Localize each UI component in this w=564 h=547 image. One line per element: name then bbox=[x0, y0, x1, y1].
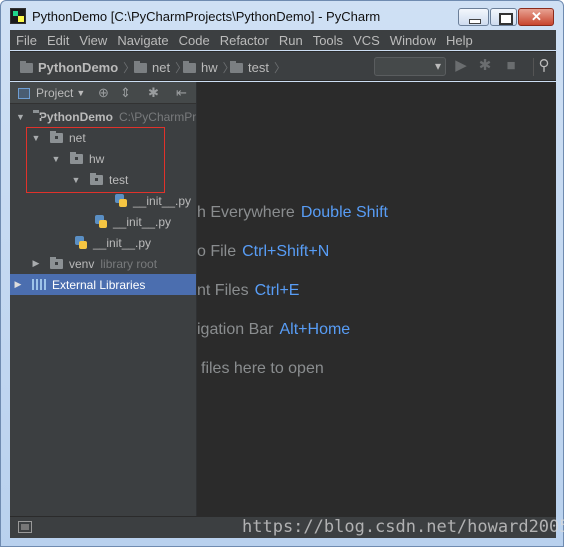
menu-help[interactable]: Help bbox=[441, 33, 478, 48]
tree-item-test-init[interactable]: __init__.py bbox=[10, 190, 196, 211]
run-configuration-dropdown[interactable] bbox=[374, 57, 446, 76]
breadcrumb-label: net bbox=[152, 60, 171, 75]
collapse-triangle-icon[interactable]: ▶ bbox=[12, 279, 24, 290]
minimize-button[interactable] bbox=[458, 8, 489, 26]
pycharm-logo-icon bbox=[10, 8, 26, 24]
close-button[interactable] bbox=[518, 8, 554, 26]
tree-item-tag: library root bbox=[100, 256, 158, 271]
status-bar: https://blog.csdn.net/howard2005 bbox=[10, 516, 564, 538]
hint-drop-files: files here to open bbox=[201, 360, 324, 378]
tree-item-label: __init__.py bbox=[93, 235, 152, 250]
breadcrumb-hw[interactable]: hw 〉 bbox=[183, 59, 235, 76]
menu-view[interactable]: View bbox=[74, 33, 112, 48]
window-title: PythonDemo [C:\PyCharmProjects\PythonDem… bbox=[32, 9, 381, 24]
hint-label: igation Bar bbox=[197, 321, 274, 338]
tree-item-label: __init__.py bbox=[133, 193, 192, 208]
folder-icon bbox=[134, 60, 147, 73]
breadcrumb-label: PythonDemo bbox=[38, 60, 119, 75]
tree-item-venv[interactable]: ▶ venv library root bbox=[10, 253, 196, 274]
python-file-icon bbox=[94, 214, 108, 229]
hint-recent-files: nt Files Ctrl+E bbox=[197, 282, 299, 300]
tree-item-root[interactable]: ▼ PythonDemo C:\PyCharmProjects\PythonDe… bbox=[10, 106, 196, 127]
tree-item-hw-init[interactable]: __init__.py bbox=[10, 211, 196, 232]
hint-shortcut: Ctrl+E bbox=[254, 282, 300, 299]
tree-item-path: C:\PyCharmProjects\PythonDemo bbox=[118, 109, 196, 124]
breadcrumb-test[interactable]: test 〉 bbox=[230, 59, 286, 76]
chevron-right-icon: 〉 bbox=[273, 61, 286, 75]
python-file-icon bbox=[114, 193, 128, 208]
debug-icon[interactable]: ✱ bbox=[477, 58, 493, 74]
watermark-text: https://blog.csdn.net/howard2005 bbox=[242, 517, 564, 537]
hint-navigation-bar: igation Bar Alt+Home bbox=[197, 321, 350, 339]
chevron-down-icon: ▼ bbox=[76, 88, 86, 98]
menu-code[interactable]: Code bbox=[174, 33, 215, 48]
editor-area[interactable]: h Everywhere Double Shift o File Ctrl+Shif… bbox=[196, 82, 556, 516]
tree-item-net-init[interactable]: __init__.py bbox=[10, 232, 196, 253]
tree-item-label: __init__.py bbox=[113, 214, 172, 229]
expand-triangle-icon[interactable]: ▼ bbox=[16, 112, 25, 122]
annotation-highlight-box bbox=[26, 127, 165, 193]
python-file-icon bbox=[74, 235, 88, 250]
breadcrumb-label: hw bbox=[201, 60, 218, 75]
hint-label: nt Files bbox=[197, 282, 249, 299]
tree-item-external-libraries[interactable]: ▶ External Libraries bbox=[10, 274, 196, 295]
toolbar-divider bbox=[533, 58, 534, 76]
project-panel-header: Project ▼ ⊕ ⇕ ✱ ⇤ bbox=[10, 82, 196, 104]
folder-icon bbox=[230, 60, 243, 73]
title-bar[interactable]: PythonDemo [C:\PyCharmProjects\PythonDem… bbox=[0, 0, 564, 30]
locate-target-icon[interactable]: ⊕ bbox=[98, 85, 109, 101]
tree-item-label: venv bbox=[69, 256, 95, 271]
gear-icon[interactable]: ✱ bbox=[148, 85, 159, 101]
collapse-triangle-icon[interactable]: ▶ bbox=[30, 258, 42, 269]
navigation-bar: PythonDemo 〉 net 〉 hw 〉 test 〉 ▶ ✱ ■ ⚲ bbox=[10, 51, 556, 81]
hint-shortcut: Double Shift bbox=[300, 204, 388, 221]
project-view-selector[interactable]: Project ▼ bbox=[18, 86, 85, 100]
hint-shortcut: Alt+Home bbox=[279, 321, 351, 338]
run-icon[interactable]: ▶ bbox=[453, 58, 469, 74]
breadcrumb-project[interactable]: PythonDemo 〉 bbox=[20, 59, 135, 76]
tree-item-label: PythonDemo bbox=[38, 109, 113, 124]
tree-item-label: External Libraries bbox=[52, 277, 146, 292]
folder-icon bbox=[20, 60, 33, 73]
menu-bar: File Edit View Navigate Code Refactor Ru… bbox=[10, 30, 556, 50]
menu-tools[interactable]: Tools bbox=[308, 33, 348, 48]
hint-label: files here to open bbox=[201, 360, 324, 377]
project-panel-title: Project bbox=[36, 86, 74, 100]
hint-shortcut: Ctrl+Shift+N bbox=[242, 243, 330, 260]
stop-icon[interactable]: ■ bbox=[503, 58, 519, 74]
tool-windows-icon[interactable] bbox=[18, 521, 32, 533]
collapse-all-icon[interactable]: ⇕ bbox=[120, 85, 131, 101]
search-icon[interactable]: ⚲ bbox=[536, 58, 552, 74]
hint-search-everywhere: h Everywhere Double Shift bbox=[197, 204, 388, 222]
menu-run[interactable]: Run bbox=[274, 33, 308, 48]
menu-window[interactable]: Window bbox=[385, 33, 441, 48]
hint-label: o File bbox=[197, 243, 237, 260]
menu-refactor[interactable]: Refactor bbox=[215, 33, 274, 48]
folder-icon bbox=[50, 256, 63, 269]
folder-icon bbox=[183, 60, 196, 73]
hint-go-to-file: o File Ctrl+Shift+N bbox=[197, 243, 329, 261]
menu-file[interactable]: File bbox=[10, 33, 42, 48]
menu-navigate[interactable]: Navigate bbox=[112, 33, 173, 48]
hide-panel-icon[interactable]: ⇤ bbox=[176, 85, 187, 101]
breadcrumb-label: test bbox=[248, 60, 269, 75]
breadcrumb-net[interactable]: net 〉 bbox=[134, 59, 187, 76]
menu-vcs[interactable]: VCS bbox=[348, 33, 385, 48]
maximize-button[interactable] bbox=[490, 8, 517, 26]
libraries-icon bbox=[32, 279, 46, 290]
hint-label: h Everywhere bbox=[197, 204, 295, 221]
project-icon bbox=[18, 87, 30, 99]
menu-edit[interactable]: Edit bbox=[42, 33, 74, 48]
